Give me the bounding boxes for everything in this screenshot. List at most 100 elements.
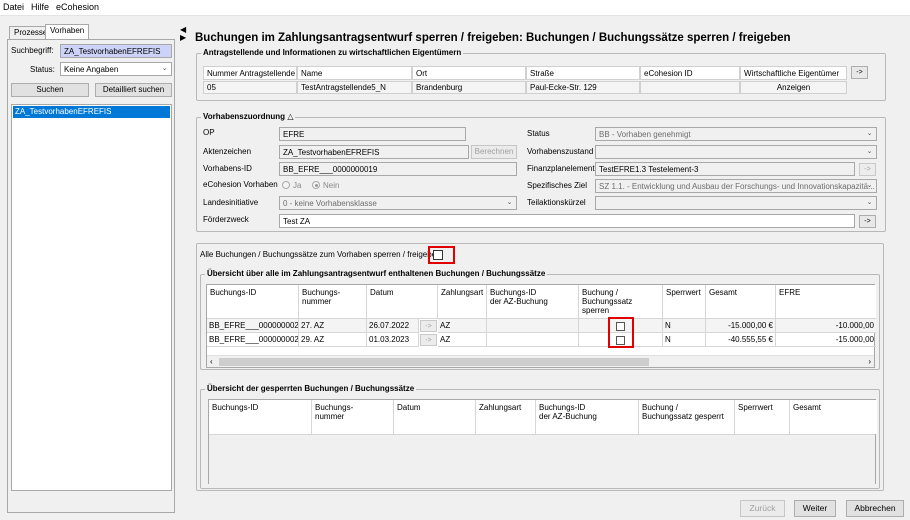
- ziel-label: Spezifisches Ziel: [527, 181, 588, 190]
- splitter[interactable]: ◀ ▶: [178, 20, 188, 516]
- table-row-booking-id[interactable]: BB_EFRE___0000000026: [207, 333, 299, 347]
- vorhabens-id-label: Vorhabens-ID: [203, 164, 252, 173]
- back-button[interactable]: Zurück: [740, 500, 785, 517]
- table-row-sperrwert[interactable]: N: [663, 319, 706, 333]
- expand-right-icon[interactable]: ▶: [180, 34, 186, 42]
- col-header: Buchungs-ID der AZ-Buchung: [487, 285, 579, 319]
- result-list[interactable]: ZA_TestvorhabenEFREFIS: [11, 104, 172, 491]
- foerderzweck-label: Förderzweck: [203, 215, 249, 224]
- project-title: Vorhabenszuordnung △: [201, 112, 296, 121]
- applicants-header: Wirtschaftliche Eigentümer: [740, 66, 847, 80]
- aktenzeichen-label: Aktenzeichen: [203, 147, 252, 156]
- show-owners-button[interactable]: Anzeigen: [740, 81, 847, 94]
- table-row-efre[interactable]: -10.000,00: [776, 319, 876, 333]
- table-row-gesamt[interactable]: -40.555,55 €: [706, 333, 776, 347]
- left-panel: Prozesse Vorhaben Suchbegriff: ZA_Testvo…: [2, 20, 177, 516]
- status-select[interactable]: BB - Vorhaben genehmigt ⌄: [595, 127, 877, 141]
- menu-ecohesion[interactable]: eCohesion: [56, 2, 99, 12]
- col-header: Buchungs-ID: [207, 285, 299, 319]
- table-row-number[interactable]: 27. AZ: [299, 319, 367, 333]
- status-label: Status:: [30, 65, 55, 74]
- aktenzeichen-field: ZA_TestvorhabenEFREFIS: [279, 145, 469, 159]
- cancel-button[interactable]: Abbrechen: [846, 500, 904, 517]
- applicants-header: Straße: [526, 66, 640, 80]
- vorhabens-id-field: BB_EFRE___0000000019: [279, 162, 517, 176]
- berechnen-button[interactable]: Berechnen: [471, 145, 517, 159]
- table-row-number[interactable]: 29. AZ: [299, 333, 367, 347]
- col-header: Datum: [367, 285, 438, 319]
- table-row-az-id[interactable]: [487, 319, 579, 333]
- next-button[interactable]: Weiter: [794, 500, 836, 517]
- tab-vorhaben[interactable]: Vorhaben: [45, 24, 90, 39]
- menu-hilfe[interactable]: Hilfe: [31, 2, 49, 12]
- detail-search-button[interactable]: Detailliert suchen: [95, 83, 172, 97]
- lock-all-label: Alle Buchungen / Buchungssätze zum Vorha…: [200, 250, 441, 259]
- table-row-gesamt[interactable]: -15.000,00 €: [706, 319, 776, 333]
- menu-bar: Datei Hilfe eCohesion: [0, 0, 910, 16]
- menu-datei[interactable]: Datei: [3, 2, 24, 12]
- table-row-az-id[interactable]: [487, 333, 579, 347]
- applicants-header: Nummer Antragstellende: [203, 66, 297, 80]
- list-item[interactable]: ZA_TestvorhabenEFREFIS: [13, 106, 170, 118]
- locked-table: Buchungs-ID Buchungs- nummer Datum Zahlu…: [208, 399, 877, 484]
- radio-ja[interactable]: [282, 181, 290, 189]
- foerderzweck-field[interactable]: Test ZA: [279, 214, 855, 228]
- search-button[interactable]: Suchen: [11, 83, 89, 97]
- applicants-more-button[interactable]: ->: [851, 66, 868, 79]
- scroll-left-icon[interactable]: ‹: [210, 357, 213, 366]
- finanzplan-more-button[interactable]: ->: [859, 163, 876, 176]
- finanzplan-label: Finanzplanelement: [527, 164, 595, 173]
- search-input[interactable]: ZA_TestvorhabenEFREFIS: [60, 44, 172, 58]
- horizontal-scrollbar[interactable]: ‹ ›: [207, 355, 874, 367]
- table-row-date[interactable]: 26.07.2022: [367, 319, 419, 333]
- col-header: Sperrwert: [735, 400, 790, 434]
- col-header: Buchungs-ID der AZ-Buchung: [536, 400, 639, 434]
- table-row-efre[interactable]: -15.000,00: [776, 333, 876, 347]
- red-marker: [608, 317, 634, 348]
- table-row-sperrwert[interactable]: N: [663, 333, 706, 347]
- landesinitiative-value: 0 - keine Vorhabensklasse: [283, 199, 377, 208]
- ecohesion-label: eCohesion Vorhaben: [203, 180, 278, 189]
- col-header: Buchungs- nummer: [312, 400, 394, 434]
- foerderzweck-more-button[interactable]: ->: [859, 215, 876, 228]
- locked-table-empty-area: [209, 434, 875, 484]
- applicant-name: TestAntragstellende5_N: [297, 81, 412, 94]
- finanzplan-field: TestEFRE1.3 Testelement-3: [595, 162, 855, 176]
- vorhabenszustand-label: Vorhabenszustand: [527, 147, 594, 156]
- teilaktion-select[interactable]: ⌄: [595, 196, 877, 210]
- status-select[interactable]: Keine Angaben ⌄: [60, 62, 172, 76]
- radio-ja-label: Ja: [293, 181, 302, 190]
- landesinitiative-select[interactable]: 0 - keine Vorhabensklasse ⌄: [279, 196, 517, 210]
- applicants-title: Antragstellende und Informationen zu wir…: [201, 48, 464, 57]
- radio-nein-label: Nein: [323, 181, 340, 190]
- ziel-select[interactable]: SZ 1.1. - Entwicklung und Ausbau der For…: [595, 179, 877, 193]
- row-more-button[interactable]: ->: [420, 320, 437, 332]
- scroll-right-icon[interactable]: ›: [868, 357, 871, 366]
- op-label: OP: [203, 128, 215, 137]
- col-header: Gesamt: [790, 400, 877, 434]
- col-header: Buchungs-ID: [209, 400, 312, 434]
- scroll-thumb[interactable]: [219, 358, 649, 366]
- teilaktion-label: Teilaktionskürzel: [527, 198, 586, 207]
- applicant-ecohesion-id: [640, 81, 740, 94]
- page-title: Buchungen im Zahlungsantragsentwurf sper…: [195, 32, 791, 44]
- status-value: BB - Vorhaben genehmigt: [599, 130, 691, 139]
- col-header: Zahlungsart: [438, 285, 487, 319]
- vorhabenszustand-select[interactable]: ⌄: [595, 145, 877, 159]
- table-row-type[interactable]: AZ: [438, 319, 487, 333]
- bookings-title: Übersicht über alle im Zahlungsantragsen…: [205, 269, 548, 278]
- status-select-value: Keine Angaben: [64, 65, 119, 74]
- locked-group: Übersicht der gesperrten Buchungen / Buc…: [200, 384, 880, 489]
- col-header: Sperrwert: [663, 285, 706, 319]
- search-label: Suchbegriff:: [11, 46, 54, 55]
- table-row-type[interactable]: AZ: [438, 333, 487, 347]
- row-more-button[interactable]: ->: [420, 334, 437, 346]
- table-row-date[interactable]: 01.03.2023: [367, 333, 419, 347]
- table-row-booking-id[interactable]: BB_EFRE___0000000024: [207, 319, 299, 333]
- applicant-city: Brandenburg: [412, 81, 526, 94]
- project-group: Vorhabenszuordnung △ OP EFRE Aktenzeiche…: [196, 112, 886, 232]
- radio-nein[interactable]: [312, 181, 320, 189]
- col-header: Zahlungsart: [476, 400, 536, 434]
- collapse-icon[interactable]: △: [287, 112, 293, 121]
- chevron-down-icon: ⌄: [866, 199, 873, 206]
